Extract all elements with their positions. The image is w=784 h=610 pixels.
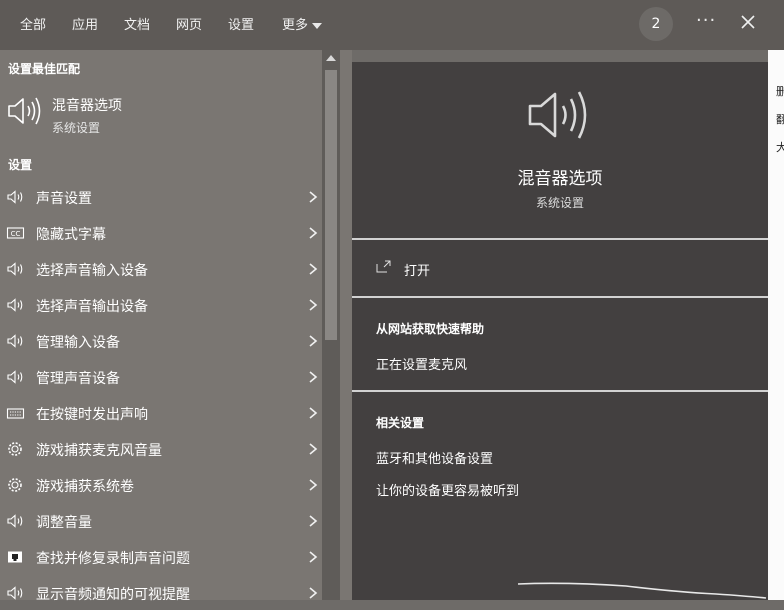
speaker-icon <box>7 586 23 600</box>
background-char: 大 <box>776 141 784 154</box>
ellipsis-icon[interactable]: ··· <box>696 10 716 31</box>
speaker-icon <box>7 262 23 276</box>
chevron-right-icon <box>309 587 318 599</box>
keyboard-icon <box>6 408 25 419</box>
tab-documents[interactable]: 文档 <box>124 14 150 33</box>
best-match-heading: 设置最佳匹配 <box>8 62 81 76</box>
troubleshoot-icon <box>8 551 22 563</box>
result-item-manage-input[interactable]: 管理输入设备 <box>0 324 322 358</box>
tab-all[interactable]: 全部 <box>20 14 46 33</box>
result-item-label: 游戏捕获麦克风音量 <box>36 443 162 459</box>
result-item-label: 调整音量 <box>36 515 92 531</box>
close-icon[interactable] <box>738 12 758 32</box>
help-link-set-up-microphone[interactable]: 正在设置麦克风 <box>376 354 467 373</box>
search-filter-bar: 全部 应用 文档 网页 设置 更多 2 ··· <box>0 0 784 50</box>
background-char: 翻 <box>776 113 784 126</box>
result-item-label: 查找并修复录制声音问题 <box>36 551 190 567</box>
tab-settings[interactable]: 设置 <box>228 14 254 33</box>
tab-apps[interactable]: 应用 <box>72 14 98 33</box>
result-item-label: 选择声音输出设备 <box>36 299 148 315</box>
chevron-right-icon <box>309 371 318 383</box>
speaker-icon <box>7 190 23 204</box>
help-heading: 从网站获取快速帮助 <box>376 322 485 336</box>
best-match-subtitle: 系统设置 <box>52 121 101 135</box>
result-item-choose-input[interactable]: 选择声音输入设备 <box>0 252 322 286</box>
tab-more-label: 更多 <box>282 18 309 33</box>
result-item-game-system-volume[interactable]: 游戏捕获系统卷 <box>0 468 322 502</box>
result-item-game-mic-volume[interactable]: 游戏捕获麦克风音量 <box>0 432 322 466</box>
svg-text:CC: CC <box>11 230 21 238</box>
speaker-icon <box>7 334 23 348</box>
related-settings-heading: 相关设置 <box>376 416 425 430</box>
divider <box>352 390 768 392</box>
related-link-easier-to-hear[interactable]: 让你的设备更容易被听到 <box>376 480 519 499</box>
result-item-label: 选择声音输入设备 <box>36 263 148 279</box>
best-match-title[interactable]: 混音器选项 <box>52 95 122 115</box>
tab-more[interactable]: 更多 <box>282 14 323 33</box>
chevron-right-icon <box>309 191 318 203</box>
result-item-fix-recording[interactable]: 查找并修复录制声音问题 <box>0 540 322 574</box>
chevron-right-icon <box>309 551 318 563</box>
decorative-line <box>517 582 767 599</box>
panel-gap <box>340 50 352 600</box>
speaker-icon <box>7 514 23 528</box>
chevron-right-icon <box>309 263 318 275</box>
chevron-right-icon <box>309 407 318 419</box>
result-item-adjust-volume[interactable]: 调整音量 <box>0 504 322 538</box>
chevron-right-icon <box>309 299 318 311</box>
result-item-label: 声音设置 <box>36 191 92 207</box>
chevron-down-icon <box>312 22 323 29</box>
divider <box>352 296 768 298</box>
settings-heading: 设置 <box>8 158 33 172</box>
result-item-visual-notifications[interactable]: 显示音频通知的可视提醒 <box>0 576 322 610</box>
gear-icon <box>8 442 22 456</box>
divider <box>352 238 768 240</box>
speaker-icon <box>528 91 587 139</box>
cc-icon: CC <box>6 227 25 239</box>
detail-title: 混音器选项 <box>517 169 603 189</box>
result-item-manage-sound[interactable]: 管理声音设备 <box>0 360 322 394</box>
detail-subtitle: 系统设置 <box>535 196 584 210</box>
chevron-right-icon <box>309 479 318 491</box>
result-item-choose-output[interactable]: 选择声音输出设备 <box>0 288 322 322</box>
result-item-label: 管理输入设备 <box>36 335 120 351</box>
related-link-bluetooth[interactable]: 蓝牙和其他设备设置 <box>376 448 493 467</box>
result-item-label: 游戏捕获系统卷 <box>36 479 134 495</box>
result-item-sound-settings[interactable]: 声音设置 <box>0 180 322 214</box>
rewards-badge[interactable]: 2 <box>639 7 673 41</box>
result-item-label: 管理声音设备 <box>36 371 120 387</box>
result-item-key-sound[interactable]: 在按键时发出声响 <box>0 396 322 430</box>
chevron-right-icon <box>309 227 318 239</box>
result-item-label: 在按键时发出声响 <box>36 407 148 423</box>
speaker-icon <box>8 97 41 125</box>
open-button[interactable]: 打开 <box>404 260 430 279</box>
chevron-right-icon <box>309 335 318 347</box>
speaker-icon <box>7 298 23 312</box>
chevron-right-icon <box>309 443 318 455</box>
speaker-icon <box>7 370 23 384</box>
gear-icon <box>8 478 22 492</box>
scroll-up-icon[interactable] <box>326 55 336 61</box>
result-item-closed-captions[interactable]: CC 隐藏式字幕 <box>0 216 322 250</box>
detail-pane: 混音器选项 系统设置 打开 从网站获取快速帮助 正在设置麦克风 相关设置 蓝牙和… <box>352 62 768 600</box>
chevron-right-icon <box>309 515 318 527</box>
open-icon <box>376 260 391 273</box>
result-item-label: 隐藏式字幕 <box>36 227 106 243</box>
scrollbar-thumb[interactable] <box>325 70 337 340</box>
background-char: 删 <box>776 85 784 98</box>
tab-web[interactable]: 网页 <box>176 14 202 33</box>
background-window-text: 删 翻 大 <box>776 78 784 162</box>
result-item-label: 显示音频通知的可视提醒 <box>36 587 190 603</box>
